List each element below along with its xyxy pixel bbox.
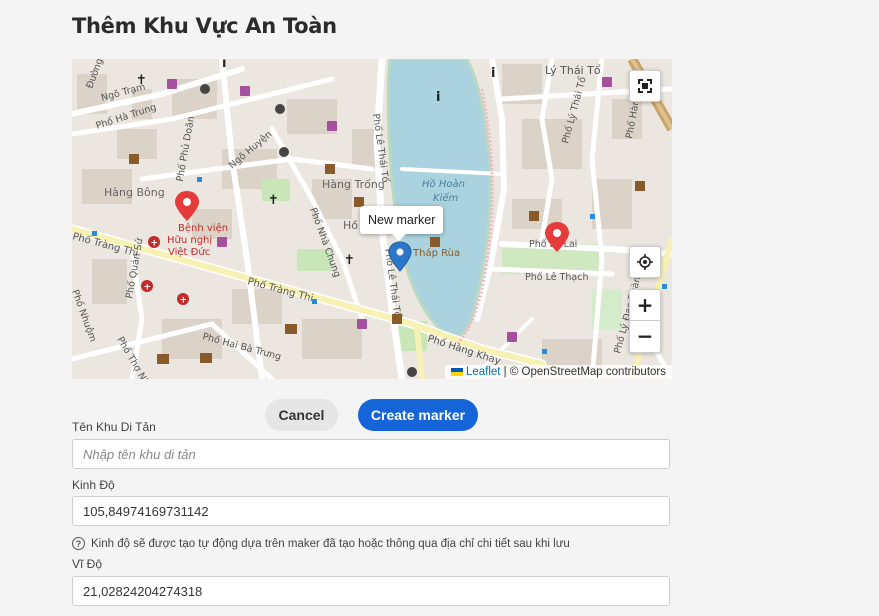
longitude-hint: ? Kinh độ sẽ được tạo tự động dựa trên m… [72,537,570,550]
shop-icon [357,319,367,329]
map-label-ho-partial: Hồ [343,219,358,232]
zoom-in-button[interactable]: + [630,290,660,320]
map-label-thap-rua: Tháp Rùa [412,247,460,259]
map-view[interactable]: Lý Thái Tổ Ngõ Trạm Phố Hà Trung Hàng Bô… [72,59,672,379]
latitude-input[interactable] [83,577,659,605]
church-icon: ✝ [136,73,147,88]
map-label-benh-vien-1: Bệnh viện [178,222,228,234]
monument-icon [392,314,402,324]
shop-icon [240,86,250,96]
name-input[interactable] [83,440,659,468]
longitude-hint-text: Kinh độ sẽ được tạo tự động dựa trên mak… [91,537,570,550]
courthouse-icon [200,353,212,363]
church-icon: ✝ [268,193,279,208]
map-attribution: Leaflet | © OpenStreetMap contributors [444,365,672,379]
map-label-hang-trong: Hàng Trống [322,178,385,191]
cancel-button[interactable]: Cancel [265,399,338,431]
monument-icon [430,237,440,247]
info-icon: i [491,66,495,81]
shop-icon [327,121,337,131]
marker-popup: New marker [360,206,444,241]
ukraine-flag-icon [450,367,463,376]
shop-icon [217,237,227,247]
latitude-field-wrapper [72,576,670,606]
longitude-field-wrapper [72,496,670,526]
create-marker-button[interactable]: Create marker [358,399,478,431]
locate-button[interactable] [629,246,661,278]
latitude-label: Vĩ Độ [72,557,103,571]
monument-icon [325,164,335,174]
page-title: Thêm Khu Vực An Toàn [72,14,337,38]
svg-text:+: + [144,283,152,293]
monument-icon [635,181,645,191]
longitude-input[interactable] [83,497,659,525]
church-icon: ✝ [344,253,355,268]
museum-icon [157,354,169,364]
place-of-worship-icon [279,147,289,157]
info-icon: i [436,90,440,105]
map-label-benh-vien-2: Hữu nghị [167,235,212,246]
map-label-ho-hoan-kiem-1: Hồ Hoàn [422,178,465,190]
map-label-ho-hoan-kiem-2: Kiếm [433,191,458,204]
monument-icon [129,154,139,164]
locate-icon [637,254,653,270]
leaflet-link[interactable]: Leaflet [466,366,501,378]
question-icon: ? [72,537,85,550]
attribution-text: | © OpenStreetMap contributors [503,366,666,378]
place-of-worship-icon [200,84,210,94]
library-icon [285,324,297,334]
info-icon: i [222,59,226,71]
place-of-worship-icon [407,367,417,377]
place-of-worship-icon [275,104,285,114]
shop-icon [167,79,177,89]
fullscreen-button[interactable] [629,70,661,102]
monument-icon [529,211,539,221]
longitude-label: Kinh Độ [72,478,115,492]
zoom-out-button[interactable]: − [630,320,660,351]
zoom-control: + − [629,289,661,353]
shop-icon [507,332,517,342]
name-field-wrapper [72,439,670,469]
map-label-hang-bong: Hàng Bông [104,186,165,199]
svg-text:+: + [180,296,188,306]
map-label-pho-le-thach: Phố Lê Thạch [525,272,588,283]
name-label: Tên Khu Di Tản [72,420,156,434]
map-label-ly-thai-to: Lý Thái Tổ [545,64,601,77]
shop-icon [602,77,612,87]
svg-text:+: + [151,239,159,249]
fullscreen-icon [638,79,652,93]
map-label-benh-vien-3: Việt Đức [168,246,210,258]
